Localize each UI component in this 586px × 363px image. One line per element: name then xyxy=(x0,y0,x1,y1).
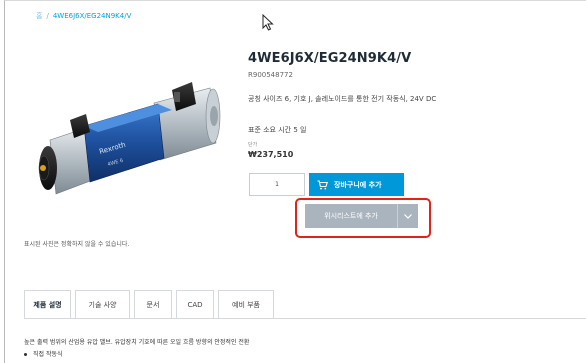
feature-list-item: 직접 작동식 xyxy=(24,349,63,358)
part-number: R900548772 xyxy=(248,71,293,79)
tab-documents[interactable]: 문서 xyxy=(134,290,172,319)
mouse-cursor-icon xyxy=(262,14,274,31)
tab-technical-specs[interactable]: 기술 사양 xyxy=(75,290,130,319)
tabs-divider xyxy=(24,318,586,319)
quantity-value: 1 xyxy=(275,181,279,188)
feature-text: 직접 작동식 xyxy=(33,351,63,358)
tab-cad[interactable]: CAD xyxy=(176,290,214,319)
wishlist-dropdown-button[interactable] xyxy=(397,204,418,228)
chevron-down-icon xyxy=(404,213,412,219)
add-to-cart-label: 장바구니에 추가 xyxy=(334,180,382,189)
product-image[interactable]: Rexroth 4WE 6 xyxy=(22,48,228,226)
image-disclaimer: 표시된 사진은 정확하지 않을 수 있습니다. xyxy=(24,241,130,248)
price-value: ₩237,510 xyxy=(248,150,294,159)
breadcrumb-separator: / xyxy=(46,12,49,20)
bullet-icon xyxy=(24,353,27,356)
tab-spare-parts[interactable]: 예비 부품 xyxy=(218,290,274,319)
breadcrumb: 홈 / 4WE6J6X/EG24N9K4/V xyxy=(36,11,131,21)
product-tabs: 제품 설명 기술 사양 문서 CAD 예비 부품 xyxy=(24,290,278,319)
breadcrumb-current-link[interactable]: 4WE6J6X/EG24N9K4/V xyxy=(53,12,132,20)
breadcrumb-home-link[interactable]: 홈 xyxy=(36,12,42,20)
add-to-wishlist-button[interactable]: 위시리스트에 추가 xyxy=(305,204,397,228)
price-label: 단가 xyxy=(248,142,258,148)
add-to-cart-button[interactable]: 장바구니에 추가 xyxy=(309,173,404,196)
tab-product-description[interactable]: 제품 설명 xyxy=(24,290,71,319)
add-to-wishlist-label: 위시리스트에 추가 xyxy=(324,212,378,220)
product-title: 4WE6J6X/EG24N9K4/V xyxy=(248,51,412,66)
cart-icon xyxy=(317,179,328,189)
product-summary: 높은 출력 범위의 산업용 유압 밸브. 유압장치 기호에 따른 오일 흐름 방… xyxy=(24,339,250,346)
quantity-input[interactable]: 1 xyxy=(249,173,305,196)
product-description: 공칭 사이즈 6, 기호 J, 솔레노이드를 통한 전기 작동식, 24V DC xyxy=(248,95,437,103)
lead-time: 표준 소요 시간 5 일 xyxy=(248,126,307,134)
